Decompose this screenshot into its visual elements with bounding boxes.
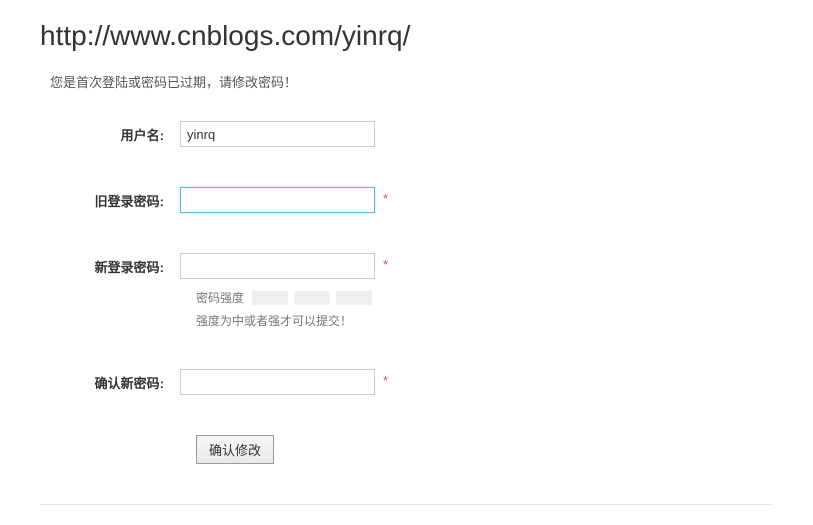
submit-button[interactable]: 确认修改 <box>196 435 274 464</box>
confirm-password-input[interactable] <box>180 369 375 395</box>
required-mark-new: * <box>383 253 388 272</box>
strength-bar-3 <box>336 291 372 305</box>
old-password-input[interactable] <box>180 187 375 213</box>
new-password-label: 新登录密码: <box>40 253 180 276</box>
strength-bar-1 <box>252 291 288 305</box>
notice-text: 您是首次登陆或密码已过期，请修改密码！ <box>50 72 773 91</box>
required-mark-confirm: * <box>383 369 388 388</box>
page-url-title: http://www.cnblogs.com/yinrq/ <box>40 20 773 52</box>
strength-label: 密码强度 <box>196 289 244 306</box>
divider <box>40 504 773 505</box>
username-input[interactable] <box>180 121 375 147</box>
required-mark-old: * <box>383 187 388 206</box>
old-password-label: 旧登录密码: <box>40 187 180 210</box>
strength-bar-2 <box>294 291 330 305</box>
confirm-password-label: 确认新密码: <box>40 369 180 392</box>
username-label: 用户名: <box>40 121 180 144</box>
new-password-input[interactable] <box>180 253 375 279</box>
strength-hint: 强度为中或者强才可以提交！ <box>196 312 773 329</box>
